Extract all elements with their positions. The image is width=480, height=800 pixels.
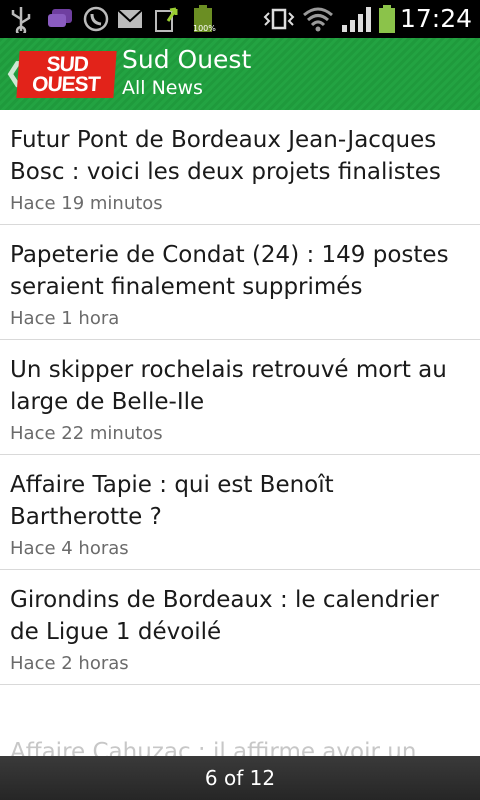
list-item[interactable]: Affaire Tapie : qui est Benoît Bartherot… [0, 455, 480, 570]
app-title: Sud Ouest [122, 45, 252, 74]
article-time: Hace 19 minutos [10, 193, 163, 214]
logo-line-1: SUD [45, 53, 89, 76]
whatsapp-icon [83, 6, 109, 32]
article-time: Hace 2 horas [10, 653, 129, 674]
list-item[interactable]: Futur Pont de Bordeaux Jean-Jacques Bosc… [0, 110, 480, 225]
signal-icon [342, 7, 371, 32]
battery-icon [379, 5, 395, 33]
page-indicator: 6 of 12 [0, 756, 480, 800]
article-time: Hace 22 minutos [10, 423, 163, 444]
logo-line-2: OUEST [31, 73, 101, 96]
article-title: Papeterie de Condat (24) : 149 postes se… [10, 242, 449, 300]
action-bar: ❮ SUD OUEST Sud Ouest All News [0, 38, 480, 110]
chat-icon [48, 9, 72, 27]
article-title: Affaire Tapie : qui est Benoît Bartherot… [10, 472, 334, 530]
email-icon [117, 9, 143, 28]
wifi-icon [303, 7, 333, 32]
vibrate-icon [263, 8, 295, 30]
download-icon [155, 7, 178, 32]
sud-ouest-logo[interactable]: SUD OUEST [16, 51, 117, 98]
section-subtitle[interactable]: All News [122, 77, 203, 99]
clock: 17:24 [399, 4, 472, 33]
battery-small-label: 100% [193, 24, 216, 33]
list-item[interactable]: Papeterie de Condat (24) : 149 postes se… [0, 225, 480, 340]
article-title: Girondins de Bordeaux : le calendrier de… [10, 587, 439, 645]
list-item[interactable]: Un skipper rochelais retrouvé mort au la… [0, 340, 480, 455]
article-time: Hace 4 horas [10, 538, 129, 559]
article-title: Un skipper rochelais retrouvé mort au la… [10, 357, 447, 415]
usb-icon [11, 7, 31, 33]
article-title: Futur Pont de Bordeaux Jean-Jacques Bosc… [10, 127, 441, 185]
article-time: Hace 1 hora [10, 308, 120, 329]
status-bar: 100% 17:24 [0, 0, 480, 38]
news-list: Futur Pont de Bordeaux Jean-Jacques Bosc… [0, 110, 480, 685]
list-item[interactable]: Girondins de Bordeaux : le calendrier de… [0, 570, 480, 685]
